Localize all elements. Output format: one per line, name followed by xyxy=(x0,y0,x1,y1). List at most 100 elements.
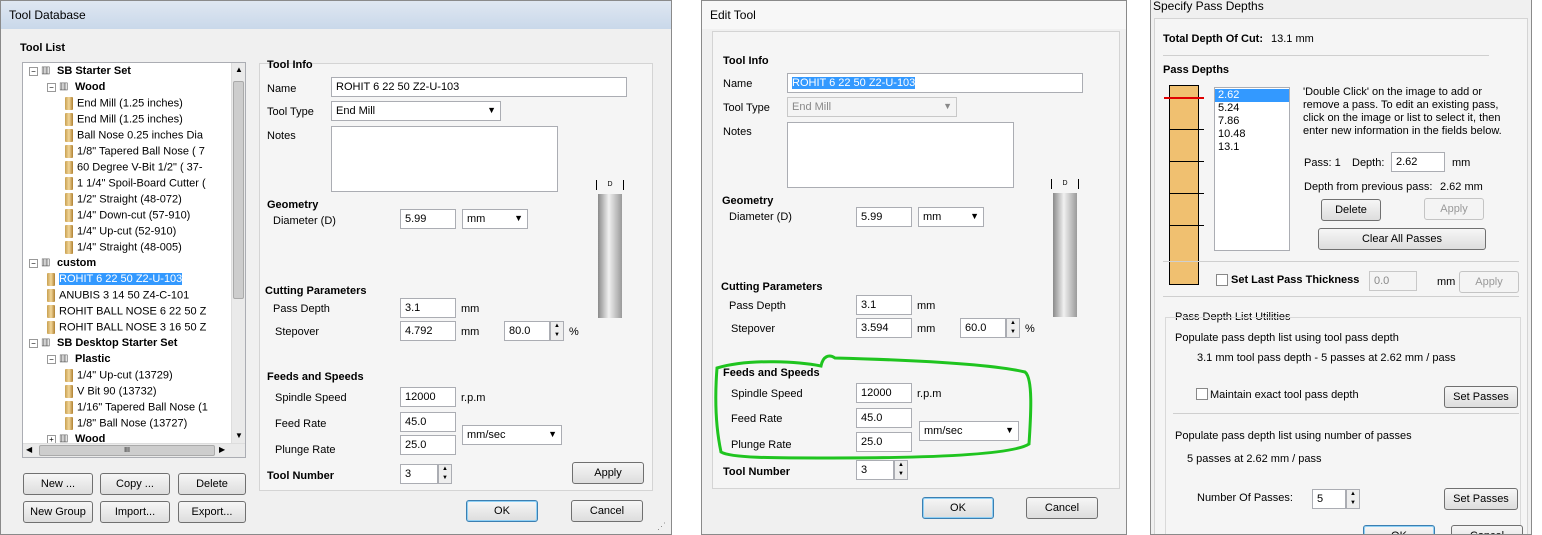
diameter-field[interactable]: 5.99 xyxy=(400,209,456,229)
number-of-passes-field[interactable]: 5 xyxy=(1312,489,1346,509)
pass-marker-line[interactable] xyxy=(1170,161,1204,162)
pass-depth-list-item[interactable]: 10.48 xyxy=(1215,128,1289,141)
tree-tool-row[interactable]: ROHIT BALL NOSE 3 16 50 Z xyxy=(47,320,206,336)
tree-tool-row[interactable]: ANUBIS 3 14 50 Z4-C-101 xyxy=(47,288,189,304)
name-field[interactable]: ROHIT 6 22 50 Z2-U-103 xyxy=(331,77,627,97)
plunge-rate-field[interactable]: 25.0 xyxy=(856,432,912,452)
hscroll-thumb[interactable]: III xyxy=(39,445,215,456)
diameter-field[interactable]: 5.99 xyxy=(856,207,912,227)
apply-last-pass-button[interactable]: Apply xyxy=(1459,271,1519,293)
ok-button[interactable]: OK xyxy=(922,497,994,519)
tool-tree[interactable]: − ▥ SB Starter Set − ▥ Wood End Mill (1.25 inc… xyxy=(22,62,246,458)
pass-marker-line[interactable] xyxy=(1164,97,1204,99)
delete-button[interactable]: Delete xyxy=(178,473,246,495)
rate-units-select[interactable]: mm/sec ▼ xyxy=(462,425,562,445)
apply-pass-button[interactable]: Apply xyxy=(1424,198,1484,220)
tree-tool-row[interactable]: 1/8" Ball Nose (13727) xyxy=(65,416,187,432)
cancel-button[interactable]: Cancel xyxy=(1026,497,1098,519)
tree-vscroll[interactable]: ▲ ▼ xyxy=(231,63,245,443)
tree-tool-row[interactable]: Ball Nose 0.25 inches Dia xyxy=(65,128,203,144)
new-group-button[interactable]: New Group xyxy=(23,501,93,523)
pass-depth-list[interactable]: 2.62 5.24 7.86 10.48 13.1 xyxy=(1214,87,1290,251)
import-button[interactable]: Import... xyxy=(100,501,170,523)
plunge-rate-field[interactable]: 25.0 xyxy=(400,435,456,455)
tree-tool-row[interactable]: ROHIT 6 22 50 Z2-U-103 xyxy=(47,272,183,288)
collapse-icon[interactable]: − xyxy=(47,354,56,364)
cancel-button[interactable]: Cancel xyxy=(571,500,643,522)
tree-tool-row[interactable]: 1/2" Straight (48-072) xyxy=(65,192,182,208)
tree-tool-row[interactable]: End Mill (1.25 inches) xyxy=(65,96,183,112)
tool-number-field[interactable]: 3 xyxy=(400,464,438,484)
export-button[interactable]: Export... xyxy=(178,501,246,523)
tree-tool-row[interactable]: 1/4" Down-cut (57-910) xyxy=(65,208,190,224)
notes-field[interactable] xyxy=(787,122,1014,188)
clear-all-passes-button[interactable]: Clear All Passes xyxy=(1318,228,1486,250)
pass-marker-line[interactable] xyxy=(1170,225,1204,226)
ok-button[interactable]: OK xyxy=(1363,525,1435,534)
diameter-units-select[interactable]: mm ▼ xyxy=(462,209,528,229)
tree-hscroll[interactable]: ◀ III ▶ xyxy=(23,443,245,457)
tree-tool-row[interactable]: 1/4" Straight (48-005) xyxy=(65,240,182,256)
tool-number-spinner[interactable]: ▲ ▼ xyxy=(438,464,452,484)
spindle-speed-field[interactable]: 12000 xyxy=(856,383,912,403)
stepover-percent-field[interactable]: 80.0 xyxy=(504,321,550,341)
tree-group-row[interactable]: − ▥ SB Starter Set xyxy=(29,64,131,80)
apply-button[interactable]: Apply xyxy=(572,462,644,484)
feed-rate-field[interactable]: 45.0 xyxy=(856,408,912,428)
tree-tool-row[interactable]: End Mill (1.25 inches) xyxy=(65,112,183,128)
spindle-speed-field[interactable]: 12000 xyxy=(400,387,456,407)
number-of-passes-spinner[interactable]: ▲ ▼ xyxy=(1346,489,1360,509)
pass-depth-list-item[interactable]: 7.86 xyxy=(1215,115,1289,128)
hscroll-right-arrow-icon[interactable]: ▶ xyxy=(219,445,225,454)
collapse-icon[interactable]: − xyxy=(47,82,56,92)
collapse-icon[interactable]: − xyxy=(29,338,38,348)
tree-tool-row[interactable]: 1 1/4" Spoil-Board Cutter ( xyxy=(65,176,206,192)
tree-group-row[interactable]: − ▥ SB Desktop Starter Set xyxy=(29,336,177,352)
tree-group-row[interactable]: − ▥ Wood xyxy=(47,80,105,96)
set-passes-number-button[interactable]: Set Passes xyxy=(1444,488,1518,510)
rate-units-select[interactable]: mm/sec ▼ xyxy=(919,421,1019,441)
scroll-up-arrow-icon[interactable]: ▲ xyxy=(235,65,243,74)
copy-button[interactable]: Copy ... xyxy=(100,473,170,495)
tree-tool-row[interactable]: ROHIT BALL NOSE 6 22 50 Z xyxy=(47,304,206,320)
tool-number-spinner[interactable]: ▲ ▼ xyxy=(894,460,908,480)
resize-grip-icon[interactable]: ⋰ xyxy=(657,521,666,532)
tree-tool-row[interactable]: 1/8" Tapered Ball Nose ( 7 xyxy=(65,144,205,160)
tree-tool-row[interactable]: 1/16" Tapered Ball Nose (1 xyxy=(65,400,208,416)
set-last-pass-field[interactable]: 0.0 xyxy=(1369,271,1417,291)
tree-tool-row[interactable]: 1/4" Up-cut (52-910) xyxy=(65,224,176,240)
pass-marker-line[interactable] xyxy=(1170,193,1204,194)
cancel-button[interactable]: Cancel xyxy=(1451,525,1523,534)
tool-type-select[interactable]: End Mill ▼ xyxy=(331,101,501,121)
stepover-field[interactable]: 3.594 xyxy=(856,318,912,338)
material-depth-image[interactable] xyxy=(1164,85,1204,285)
stepover-percent-spinner[interactable]: ▲ ▼ xyxy=(550,321,564,341)
set-passes-button[interactable]: Set Passes xyxy=(1444,386,1518,408)
collapse-icon[interactable]: − xyxy=(29,258,38,268)
depth-field[interactable]: 2.62 xyxy=(1391,152,1445,172)
stepover-percent-spinner[interactable]: ▲ ▼ xyxy=(1006,318,1020,338)
pass-depth-list-item[interactable]: 5.24 xyxy=(1215,102,1289,115)
new-button[interactable]: New ... xyxy=(23,473,93,495)
tree-tool-row[interactable]: 1/4" Up-cut (13729) xyxy=(65,368,173,384)
tool-type-select[interactable]: End Mill ▼ xyxy=(787,97,957,117)
scroll-thumb[interactable] xyxy=(233,81,244,299)
hscroll-left-arrow-icon[interactable]: ◀ xyxy=(26,445,32,454)
tree-tool-row[interactable]: 60 Degree V-Bit 1/2" ( 37- xyxy=(65,160,203,176)
stepover-percent-field[interactable]: 60.0 xyxy=(960,318,1006,338)
collapse-icon[interactable]: − xyxy=(29,66,38,76)
feed-rate-field[interactable]: 45.0 xyxy=(400,412,456,432)
tree-tool-row[interactable]: V Bit 90 (13732) xyxy=(65,384,157,400)
pass-depth-field[interactable]: 3.1 xyxy=(856,295,912,315)
diameter-units-select[interactable]: mm ▼ xyxy=(918,207,984,227)
tree-group-row[interactable]: − ▥ Plastic xyxy=(47,352,110,368)
name-field[interactable]: ROHIT 6 22 50 Z2-U-103 xyxy=(787,73,1083,93)
ok-button[interactable]: OK xyxy=(466,500,538,522)
pass-depth-list-item[interactable]: 13.1 xyxy=(1215,141,1289,154)
scroll-down-arrow-icon[interactable]: ▼ xyxy=(235,431,243,440)
stepover-field[interactable]: 4.792 xyxy=(400,321,456,341)
pass-depth-field[interactable]: 3.1 xyxy=(400,298,456,318)
pass-marker-line[interactable] xyxy=(1170,129,1204,130)
delete-pass-button[interactable]: Delete xyxy=(1321,199,1381,221)
tool-number-field[interactable]: 3 xyxy=(856,460,894,480)
